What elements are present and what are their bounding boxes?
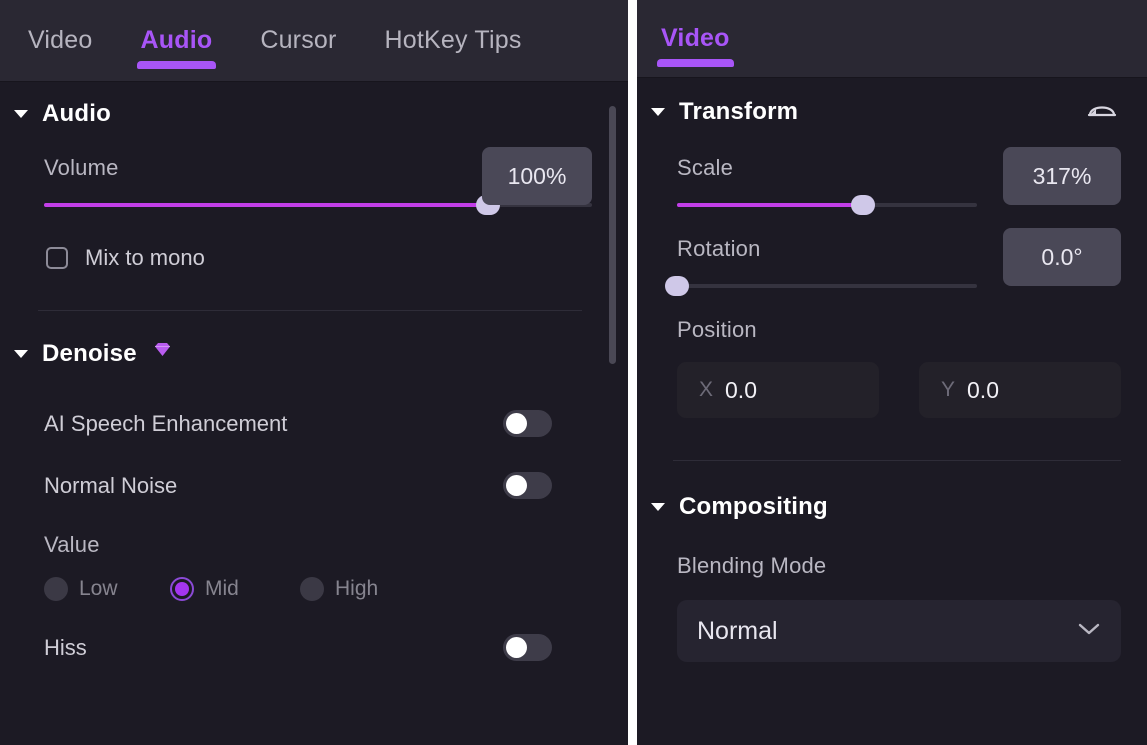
left-panel-content: Audio Volume 100% Mix to mono Denoise AI… (0, 100, 628, 745)
position-y-value: 0.0 (967, 376, 999, 403)
scale-slider[interactable] (677, 195, 977, 215)
hiss-toggle[interactable] (503, 634, 552, 661)
gem-icon (154, 342, 171, 357)
volume-value-box[interactable]: 100% (482, 147, 592, 205)
rotation-slider-knob[interactable] (665, 276, 689, 296)
section-title-audio: Audio (42, 100, 111, 127)
position-label: Position (677, 317, 757, 342)
normal-noise-row: Normal Noise (0, 472, 628, 499)
blending-mode-value: Normal (697, 616, 778, 645)
position-x-value: 0.0 (725, 376, 757, 403)
toggle-knob (506, 475, 527, 496)
right-panel-content: Transform Scale 317% Rotation 0.0° Posit… (637, 96, 1147, 745)
radio-mid-indicator (170, 577, 194, 601)
audio-properties-panel: Video Audio Cursor HotKey Tips Audio Vol… (0, 0, 628, 745)
hiss-label: Hiss (44, 634, 87, 660)
mix-to-mono-checkbox[interactable] (46, 247, 68, 269)
tab-audio-label: Audio (140, 26, 213, 54)
right-panel-tabbar: Video (637, 0, 1147, 78)
left-panel-tabbar: Video Audio Cursor HotKey Tips (0, 0, 628, 82)
volume-row: Volume 100% (0, 147, 628, 215)
tab-hotkey-tips-label: HotKey Tips (384, 26, 522, 54)
mix-to-mono-row[interactable]: Mix to mono (0, 245, 628, 271)
ai-speech-enhancement-label: AI Speech Enhancement (44, 410, 288, 436)
radio-option-low[interactable]: Low (44, 577, 170, 601)
scale-slider-knob[interactable] (851, 195, 875, 215)
blending-mode-group: Blending Mode Normal (637, 553, 1147, 662)
position-group: Position X 0.0 Y 0.0 (637, 317, 1147, 418)
section-header-compositing[interactable]: Compositing (637, 493, 1147, 521)
chevron-down-icon (14, 110, 28, 118)
tab-cursor-label: Cursor (260, 26, 337, 54)
radio-high-label: High (335, 577, 379, 600)
denoise-value-radios: Low Mid High (44, 577, 628, 601)
normal-noise-toggle[interactable] (503, 472, 552, 499)
tab-list: Video Audio Cursor HotKey Tips (0, 0, 628, 81)
section-title-compositing: Compositing (679, 493, 828, 520)
position-x-axis-label: X (699, 378, 714, 401)
radio-low-indicator (44, 577, 68, 601)
radio-high-indicator (300, 577, 324, 601)
ai-speech-enhancement-toggle[interactable] (503, 410, 552, 437)
position-y-field[interactable]: Y 0.0 (919, 362, 1121, 418)
scale-value: 317% (1032, 162, 1092, 189)
reset-arrow-icon[interactable] (1085, 96, 1119, 127)
radio-mid-label: Mid (205, 577, 239, 600)
ai-speech-enhancement-row: AI Speech Enhancement (0, 410, 628, 437)
volume-value: 100% (507, 162, 567, 189)
denoise-value-label: Value (44, 532, 100, 557)
section-divider (673, 460, 1121, 461)
section-title-transform: Transform (679, 97, 799, 125)
rotation-value: 0.0° (1041, 243, 1083, 270)
section-header-transform[interactable]: Transform (637, 98, 798, 126)
volume-slider-fill (44, 203, 488, 207)
chevron-down-icon (14, 350, 28, 358)
scrollbar-thumb[interactable] (609, 106, 616, 364)
tab-video[interactable]: Video (655, 0, 736, 77)
blending-mode-label: Blending Mode (677, 553, 827, 578)
section-header-audio[interactable]: Audio (0, 100, 628, 128)
scale-slider-fill (677, 203, 863, 207)
tab-video[interactable]: Video (22, 0, 99, 81)
normal-noise-label: Normal Noise (44, 472, 178, 498)
scale-value-box[interactable]: 317% (1003, 147, 1121, 205)
position-x-field[interactable]: X 0.0 (677, 362, 879, 418)
mix-to-mono-label: Mix to mono (85, 245, 205, 270)
section-title-denoise: Denoise (42, 340, 137, 367)
tab-audio[interactable]: Audio (135, 0, 219, 81)
video-properties-panel: Video Transform Scale 317% Rotation 0.0°… (637, 0, 1147, 745)
rotation-slider[interactable] (665, 276, 977, 296)
chevron-down-icon (651, 503, 665, 511)
radio-low-label: Low (79, 577, 118, 600)
chevron-down-icon (1077, 622, 1101, 641)
tab-video-label: Video (661, 24, 730, 52)
section-header-transform-row: Transform (637, 96, 1147, 127)
rotation-row: Rotation 0.0° (637, 228, 1147, 296)
tab-list: Video (637, 0, 1147, 77)
scale-row: Scale 317% (637, 147, 1147, 215)
section-header-denoise[interactable]: Denoise (0, 340, 628, 368)
rotation-value-box[interactable]: 0.0° (1003, 228, 1121, 286)
blending-mode-dropdown[interactable]: Normal (677, 600, 1121, 662)
tab-hotkey-tips[interactable]: HotKey Tips (379, 0, 528, 81)
section-divider (38, 310, 582, 311)
chevron-down-icon (651, 107, 665, 116)
toggle-knob (506, 637, 527, 658)
tab-video-label: Video (28, 26, 93, 54)
denoise-value-group: Value Low Mid High (0, 532, 628, 601)
position-y-axis-label: Y (941, 378, 956, 401)
toggle-knob (506, 413, 527, 434)
radio-option-high[interactable]: High (300, 577, 378, 601)
hiss-row: Hiss (0, 634, 628, 661)
radio-option-mid[interactable]: Mid (170, 577, 300, 601)
tab-cursor[interactable]: Cursor (254, 0, 342, 81)
